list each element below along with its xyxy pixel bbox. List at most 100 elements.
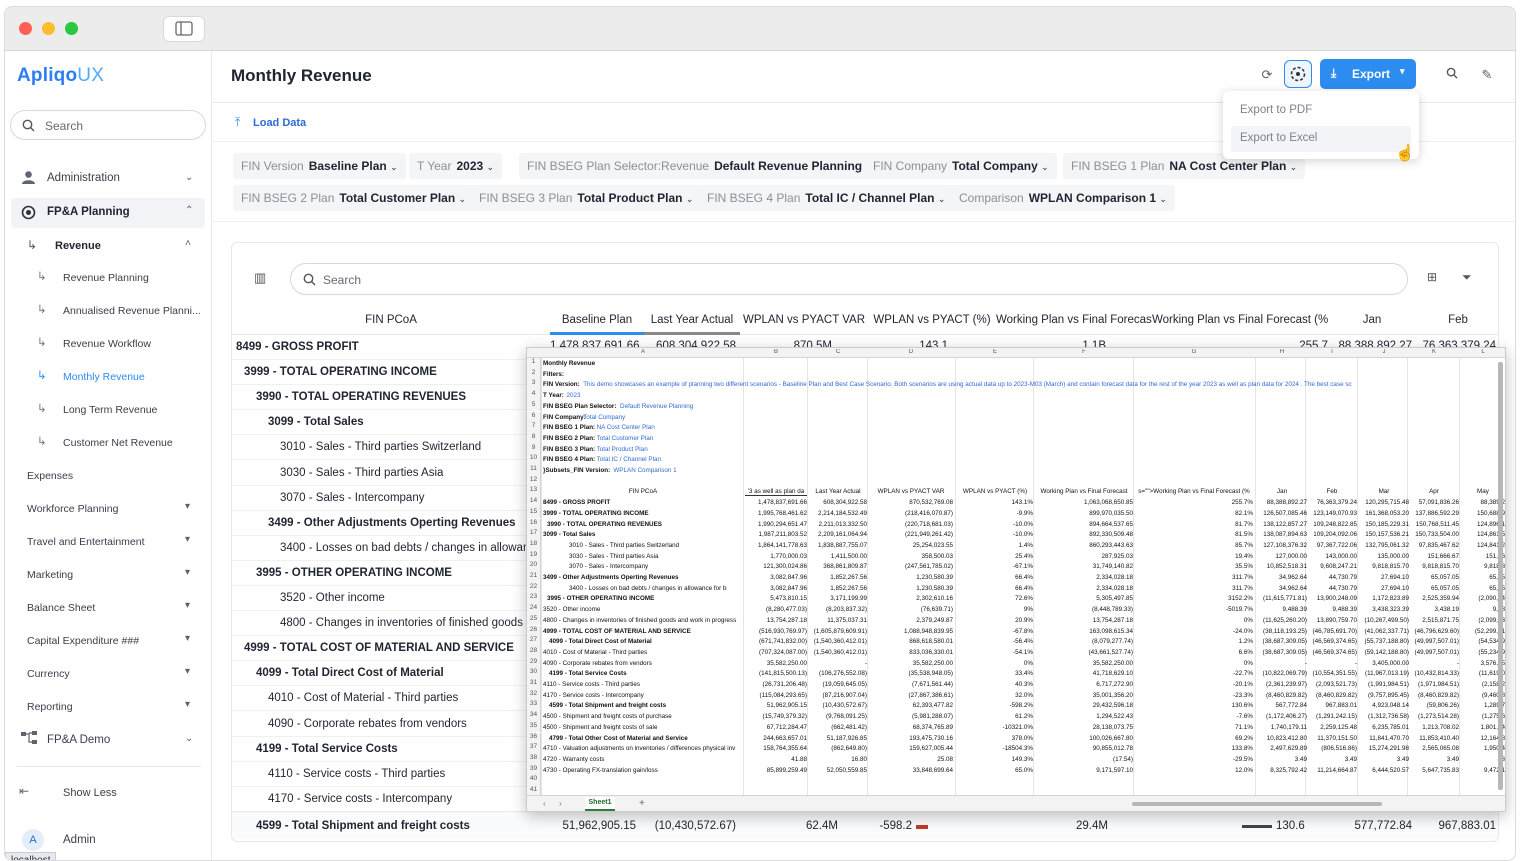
excel-cell[interactable]: -23.3% xyxy=(1135,692,1253,699)
excel-cell[interactable]: (1,291,242.15) xyxy=(1307,713,1357,720)
excel-header-cell[interactable]: Last Year Actual xyxy=(809,488,867,495)
excel-cell[interactable]: 62,393,477.82 xyxy=(869,702,953,709)
row-number[interactable]: 5 xyxy=(527,400,541,412)
sidebar-item-revenue[interactable]: ↳ Revenue ˄ xyxy=(27,235,199,257)
excel-cell[interactable]: 25.4% xyxy=(957,553,1033,560)
excel-cell[interactable]: 69.2% xyxy=(1135,735,1253,742)
excel-cell[interactable]: 19.4% xyxy=(1135,553,1253,560)
sidebar-item-revenue-planning[interactable]: ↳ Revenue Planning xyxy=(37,267,203,289)
excel-cell[interactable]: 66.4% xyxy=(957,585,1033,592)
excel-cell[interactable]: 244,663,657.01 xyxy=(745,735,807,742)
excel-cell[interactable]: (141,815,500.13) xyxy=(745,670,807,677)
excel-cell[interactable]: 6,235,785.01 xyxy=(1359,724,1409,731)
avatar[interactable]: A xyxy=(22,829,44,851)
excel-cell[interactable]: (2,093,521.73) xyxy=(1307,681,1357,688)
excel-cell[interactable]: (19,059,645.05) xyxy=(809,681,867,688)
refresh-button[interactable]: ⟳ xyxy=(1253,61,1281,89)
excel-cell[interactable]: 82.1% xyxy=(1135,510,1253,517)
excel-cell[interactable]: 44,730.79 xyxy=(1307,574,1357,581)
excel-cell[interactable]: 1,864,141,778.63 xyxy=(745,542,807,549)
column-letter[interactable]: J xyxy=(1359,349,1409,355)
excel-cell[interactable]: 193,475,730.16 xyxy=(869,735,953,742)
excel-cell[interactable]: 123,149,070.93 xyxy=(1307,510,1357,517)
excel-cell[interactable]: 9% xyxy=(957,606,1033,613)
excel-cell[interactable]: 150,185,229.31 xyxy=(1359,521,1409,528)
sidebar-item-travel-and-entertainment[interactable]: Travel and Entertainment ▾ xyxy=(27,531,199,553)
excel-row-label[interactable]: 3995 - OTHER OPERATING INCOME xyxy=(547,595,743,602)
settings-toggle-button[interactable] xyxy=(1284,60,1312,88)
excel-row-label[interactable]: 3990 - TOTAL OPERATING REVENUES xyxy=(547,521,743,528)
excel-cell[interactable]: 3.49 xyxy=(1307,756,1357,763)
sidebar-item-long-term-revenue[interactable]: ↳ Long Term Revenue xyxy=(37,399,203,421)
excel-cell[interactable]: 41,718,629.10 xyxy=(1035,670,1133,677)
excel-cell[interactable]: (1,605,879,609.91) xyxy=(809,628,867,635)
column-letter[interactable]: E xyxy=(957,349,1033,355)
excel-cell[interactable]: 1,411,500.00 xyxy=(809,553,867,560)
column-letter[interactable]: I xyxy=(1307,349,1357,355)
excel-cell[interactable]: 5,647,735.83 xyxy=(1409,767,1459,774)
excel-cell[interactable]: (7,671,561.44) xyxy=(869,681,953,688)
excel-cell[interactable]: 9,171,597.10 xyxy=(1035,767,1133,774)
excel-header-cell[interactable]: WPLAN vs PYACT (%) xyxy=(957,488,1033,495)
excel-cell[interactable]: 11,841,470.70 xyxy=(1359,735,1409,742)
excel-header-cell[interactable]: '3 as well as plan da xyxy=(745,488,807,497)
excel-cell[interactable]: (11,625,260.20) xyxy=(1257,617,1307,624)
column-header[interactable]: FIN PCoA xyxy=(232,305,550,335)
excel-cell[interactable]: (707,324,087.00) xyxy=(745,649,807,656)
edit-button[interactable]: ✎ xyxy=(1473,61,1501,89)
excel-cell[interactable]: 11,375,037.31 xyxy=(809,617,867,624)
excel-cell[interactable]: (9,757,895.45) xyxy=(1359,692,1409,699)
excel-cell[interactable]: (46,569,374.65) xyxy=(1307,638,1357,645)
column-letter[interactable]: C xyxy=(809,349,867,355)
excel-cell[interactable]: 2,214,184,532.49 xyxy=(809,510,867,517)
search-button[interactable] xyxy=(1438,61,1466,89)
excel-cell[interactable]: 1.4% xyxy=(957,542,1033,549)
column-letter[interactable]: L xyxy=(1461,349,1505,355)
column-header[interactable]: WPLAN vs PYACT VAR xyxy=(740,305,868,335)
excel-cell[interactable]: 161,368,053.20 xyxy=(1359,510,1409,517)
excel-row-label[interactable]: 3070 - Sales - Intercompany xyxy=(569,563,743,570)
excel-cell[interactable]: 40.3% xyxy=(957,681,1033,688)
excel-cell[interactable]: 1,172,823.89 xyxy=(1359,595,1409,602)
row-number[interactable]: 20 xyxy=(527,561,541,572)
row-number[interactable]: 29 xyxy=(527,657,541,669)
excel-cell[interactable]: (1,273,514.28) xyxy=(1409,713,1459,720)
excel-cell[interactable]: 1,995,768,461.62 xyxy=(745,510,807,517)
excel-cell[interactable]: - xyxy=(809,660,867,667)
excel-row-label[interactable]: 4199 - Total Service Costs xyxy=(549,670,743,677)
excel-cell[interactable]: (806,516.86) xyxy=(1307,745,1357,752)
excel-cell[interactable]: 100,026,667.80 xyxy=(1035,735,1133,742)
sidebar-toggle-button[interactable] xyxy=(163,16,205,42)
excel-cell[interactable]: 9,818,815.70 xyxy=(1359,563,1409,570)
excel-cell[interactable]: 3.49 xyxy=(1257,756,1307,763)
excel-cell[interactable]: 44,730.79 xyxy=(1307,585,1357,592)
excel-cell[interactable]: 20.9% xyxy=(957,617,1033,624)
excel-cell[interactable]: 15,274,291.98 xyxy=(1359,745,1409,752)
excel-cell[interactable]: 3,171,199.99 xyxy=(809,595,867,602)
excel-cell[interactable]: 3,082,847.96 xyxy=(745,585,807,592)
filter-button[interactable]: ⏷ xyxy=(1462,270,1472,285)
excel-cell[interactable]: (221,949,261.42) xyxy=(869,531,953,538)
excel-row-label[interactable]: 4730 - Operating FX-translation gain/los… xyxy=(543,767,743,774)
excel-cell[interactable]: (87,216,907.04) xyxy=(809,692,867,699)
sidebar-item-fpa-planning[interactable]: FP&A Planning ⌃ xyxy=(11,198,205,228)
row-number[interactable]: 2 xyxy=(527,368,541,380)
excel-cell[interactable]: 66.4% xyxy=(957,574,1033,581)
excel-cell[interactable]: (11,967,013.19) xyxy=(1359,670,1409,677)
column-letter[interactable]: B xyxy=(745,349,807,355)
excel-cell[interactable]: 159,627,005.44 xyxy=(869,745,953,752)
excel-cell[interactable]: 109,204,092.06 xyxy=(1307,531,1357,538)
excel-cell[interactable]: 143.1% xyxy=(957,499,1033,506)
row-number[interactable]: 24 xyxy=(527,604,541,615)
excel-cell[interactable]: 151,666.67 xyxy=(1409,553,1459,560)
show-less-button[interactable]: ⇤ Show Less xyxy=(19,782,199,804)
row-number[interactable]: 31 xyxy=(527,679,541,690)
excel-cell[interactable]: 9,608,247.21 xyxy=(1307,563,1357,570)
excel-cell[interactable]: (59,142,188.80) xyxy=(1359,649,1409,656)
excel-cell[interactable]: 150,768,511.45 xyxy=(1409,521,1459,528)
column-letter[interactable]: A xyxy=(543,349,743,355)
excel-cell[interactable]: 143,000.00 xyxy=(1307,553,1357,560)
excel-cell[interactable]: 3152.2% xyxy=(1135,595,1253,602)
excel-row-label[interactable]: 3010 - Sales - Third parties Switzerland xyxy=(569,542,743,549)
row-number[interactable]: 35 xyxy=(527,721,541,733)
